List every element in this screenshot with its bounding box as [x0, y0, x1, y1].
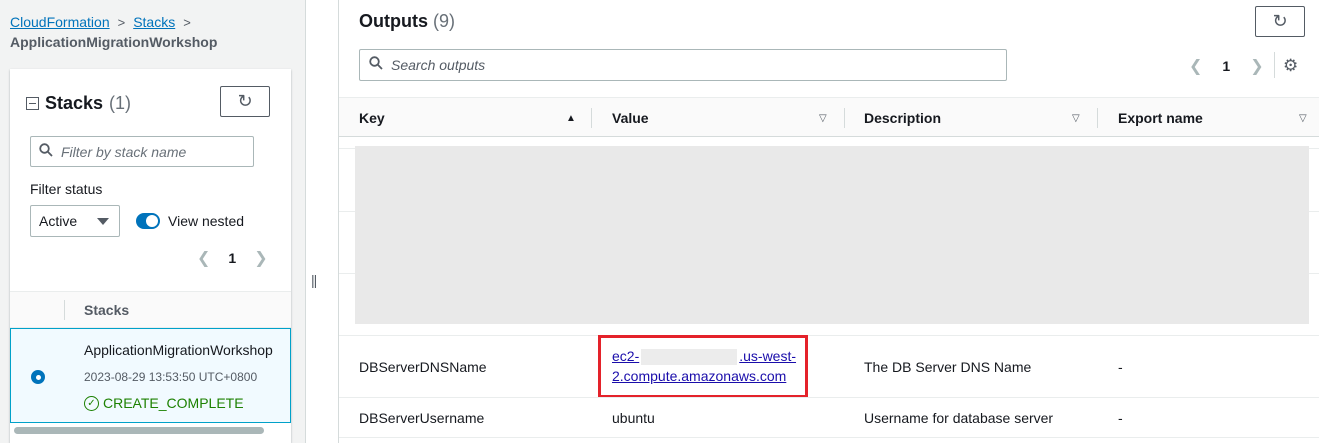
column-divider[interactable]: [1097, 108, 1098, 128]
outputs-title: Outputs: [359, 11, 428, 31]
stack-status: ✓ CREATE_COMPLETE: [84, 395, 244, 411]
panel-resize-handle[interactable]: ||: [311, 272, 317, 288]
refresh-icon: ↻: [1272, 11, 1288, 31]
output-export: -: [1118, 410, 1123, 426]
refresh-outputs-button[interactable]: ↻: [1255, 6, 1305, 37]
outputs-table-header: Key ▲ Value ▽ Description ▽ Export name …: [339, 97, 1319, 137]
column-divider[interactable]: [591, 108, 592, 128]
output-value: ubuntu: [612, 410, 655, 426]
refresh-stacks-button[interactable]: ↻: [220, 86, 270, 117]
sort-ascending-icon[interactable]: ▲: [566, 113, 576, 124]
column-header-export-name[interactable]: Export name: [1118, 110, 1203, 126]
column-divider: [64, 300, 65, 320]
stack-filter-field[interactable]: [30, 136, 254, 167]
chevron-right-icon: >: [183, 15, 191, 30]
breadcrumb: CloudFormation > Stacks >: [10, 12, 199, 33]
search-icon: [369, 55, 383, 75]
stacks-count: (1): [109, 93, 132, 113]
column-header-key[interactable]: Key: [359, 110, 385, 126]
chevron-right-icon[interactable]: ❯: [1250, 56, 1263, 76]
stacks-page-number[interactable]: 1: [228, 250, 236, 266]
search-outputs-input[interactable]: [391, 57, 991, 73]
gear-icon[interactable]: ⚙: [1283, 56, 1298, 76]
stack-filter-input[interactable]: [61, 143, 241, 160]
chevron-right-icon: >: [117, 15, 126, 30]
search-icon: [39, 143, 53, 160]
chevron-right-icon[interactable]: ❯: [254, 248, 267, 268]
view-nested-toggle-group[interactable]: View nested: [136, 213, 244, 229]
output-key: DBServerUsername: [359, 410, 485, 426]
row-divider: [339, 397, 1319, 398]
column-divider[interactable]: [844, 108, 845, 128]
output-description: The DB Server DNS Name: [864, 359, 1032, 375]
row-divider: [339, 335, 1319, 336]
column-header-value[interactable]: Value: [612, 110, 649, 126]
chevron-left-icon[interactable]: ❮: [1189, 56, 1202, 76]
view-nested-toggle[interactable]: [136, 213, 160, 229]
stacks-heading[interactable]: Stacks (1): [26, 93, 131, 114]
stacks-pagination: ❮ 1 ❯: [197, 248, 268, 268]
column-header-description[interactable]: Description: [864, 110, 941, 126]
breadcrumb-current: ApplicationMigrationWorkshop: [10, 34, 218, 50]
refresh-icon: ↻: [237, 91, 253, 111]
filter-status-label: Filter status: [30, 181, 103, 197]
filter-status-value: Active: [39, 213, 78, 229]
stacks-column-header[interactable]: Stacks: [84, 302, 129, 318]
stacks-table-header: Stacks: [10, 291, 291, 328]
outputs-page-number[interactable]: 1: [1222, 58, 1230, 74]
stack-name[interactable]: ApplicationMigrationWorkshop: [84, 342, 273, 358]
breadcrumb-cloudformation[interactable]: CloudFormation: [10, 14, 110, 30]
caret-down-icon: [97, 217, 109, 225]
collapse-icon[interactable]: [26, 97, 39, 110]
sort-icon[interactable]: ▽: [1299, 113, 1307, 124]
outputs-panel: Outputs (9) ↻ ❮ 1 ❯ ⚙ Key ▲ Value ▽ Desc…: [338, 0, 1319, 443]
breadcrumb-stacks[interactable]: Stacks: [133, 14, 175, 30]
view-nested-label: View nested: [168, 213, 245, 229]
outputs-count: (9): [433, 11, 456, 31]
chevron-left-icon[interactable]: ❮: [197, 248, 210, 268]
output-description: Username for database server: [864, 410, 1054, 426]
stack-radio[interactable]: [31, 370, 45, 384]
horizontal-scrollbar[interactable]: [14, 427, 264, 434]
stacks-title: Stacks: [45, 93, 104, 113]
outputs-pagination: ❮ 1 ❯: [1189, 56, 1264, 76]
sort-icon[interactable]: ▽: [1072, 113, 1080, 124]
stack-status-text: CREATE_COMPLETE: [103, 395, 244, 411]
search-outputs-field[interactable]: [359, 49, 1007, 81]
outputs-heading: Outputs (9): [359, 11, 455, 32]
stack-row[interactable]: ApplicationMigrationWorkshop 2023-08-29 …: [10, 328, 291, 423]
stack-timestamp: 2023-08-29 13:53:50 UTC+0800: [84, 370, 258, 384]
redacted-rows: [355, 146, 1309, 324]
cloudformation-console: CloudFormation > Stacks > ApplicationMigrat…: [0, 0, 1319, 443]
output-export: -: [1118, 359, 1123, 375]
output-key: DBServerDNSName: [359, 359, 487, 375]
row-divider: [339, 437, 1319, 438]
highlight-box: [598, 335, 808, 398]
filter-status-select[interactable]: Active: [30, 205, 120, 237]
divider: [1274, 52, 1275, 78]
check-circle-icon: ✓: [84, 395, 99, 411]
sort-icon[interactable]: ▽: [819, 113, 827, 124]
